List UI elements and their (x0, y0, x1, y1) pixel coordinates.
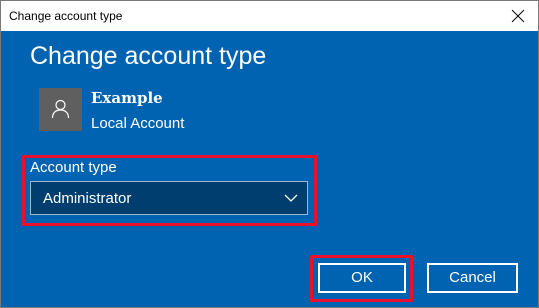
title-bar: Change account type (1, 1, 538, 31)
user-name: Example (91, 89, 163, 107)
close-button[interactable] (498, 1, 538, 31)
window-title: Change account type (9, 9, 123, 23)
ok-button-highlight (310, 255, 413, 302)
avatar (39, 88, 82, 131)
user-account-kind: Local Account (91, 115, 185, 132)
change-account-type-window: Change account type Change account type … (0, 0, 539, 308)
cancel-button[interactable]: Cancel (427, 263, 518, 293)
close-icon (511, 9, 525, 23)
account-type-highlight (22, 155, 317, 226)
person-icon (51, 99, 70, 119)
dialog-heading: Change account type (30, 42, 267, 70)
